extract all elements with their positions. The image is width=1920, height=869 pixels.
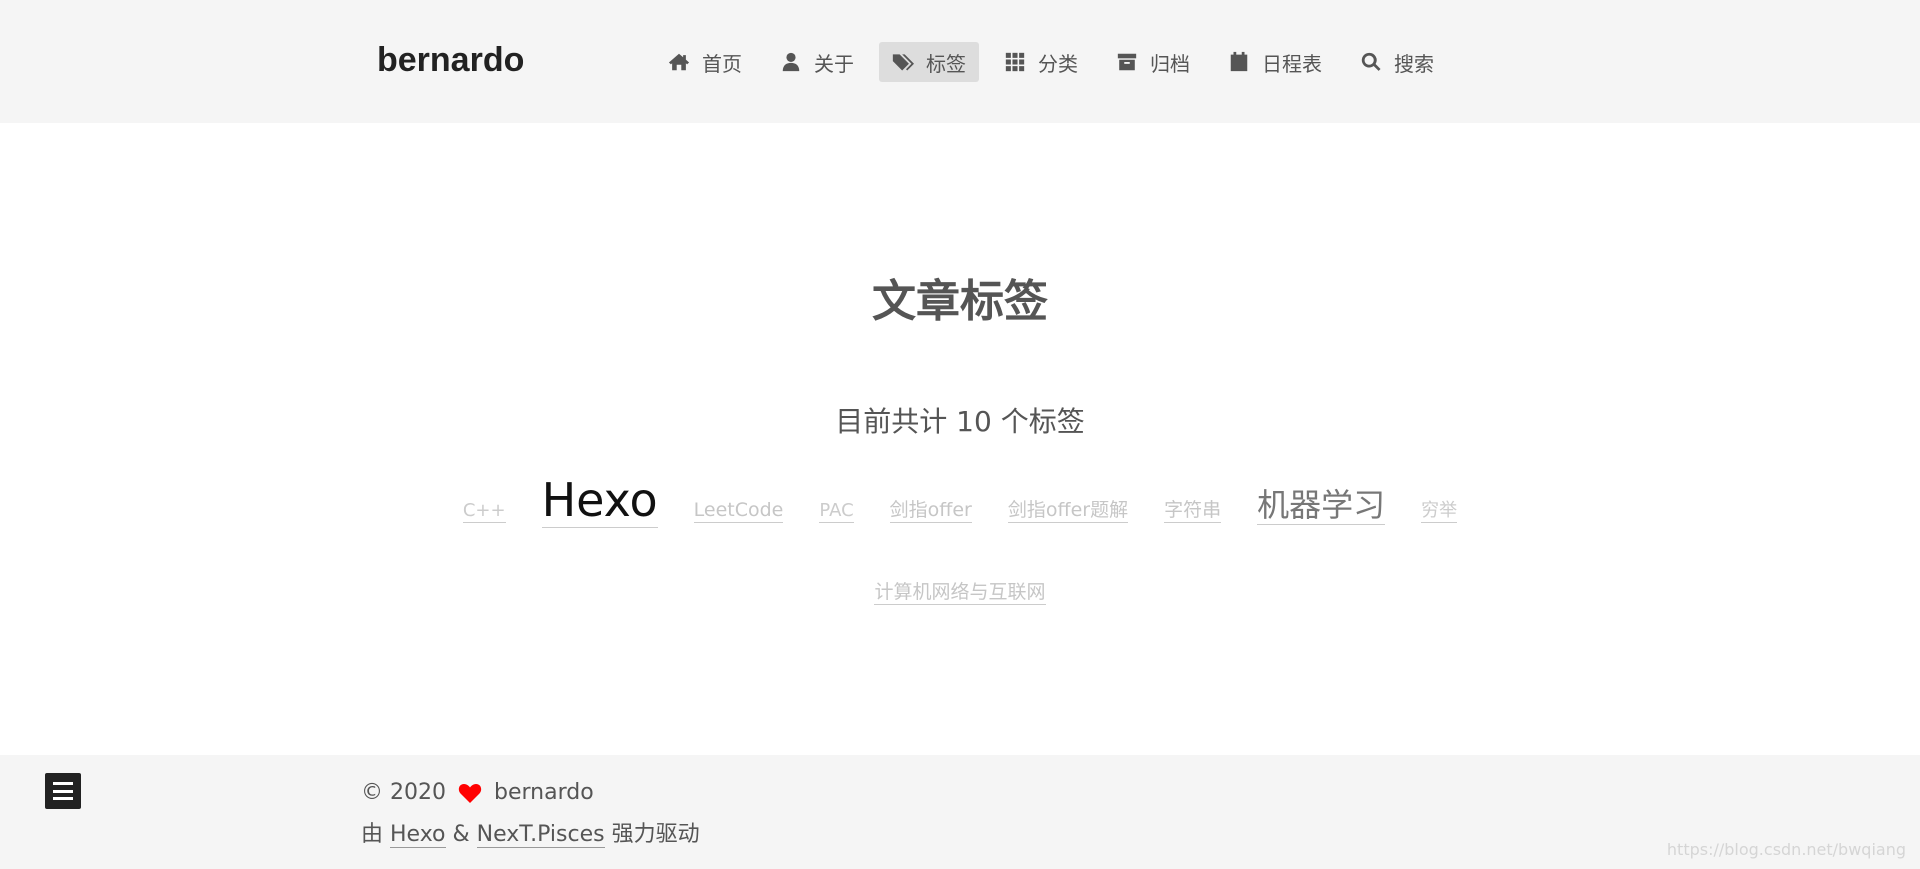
watermark: https://blog.csdn.net/bwqiang	[1666, 840, 1906, 859]
heart-icon	[458, 784, 482, 803]
tag-cloud: C++ Hexo LeetCode PAC 剑指offer 剑指offer题解 字符串 机器学…	[420, 470, 1500, 634]
site-header: bernardo 首页 关于 标签 分类 归档 日程表 搜索	[0, 0, 1920, 123]
menu-item-label: 标签	[926, 51, 966, 76]
menu-icon-bar	[53, 789, 73, 793]
tag-link-leetcode[interactable]: LeetCode	[693, 499, 784, 523]
menu-item-label: 首页	[702, 51, 742, 76]
copyright: © 2020 bernardo	[361, 778, 594, 808]
tag-link-strings[interactable]: 字符串	[1164, 499, 1222, 523]
powered-by: 由 Hexo & NexT.Pisces 强力驱动	[361, 820, 700, 850]
copyright-year: © 2020	[361, 780, 446, 805]
site-brand[interactable]: bernardo	[377, 38, 524, 82]
tag-link-computer-networks[interactable]: 计算机网络与互联网	[874, 581, 1046, 605]
grid-icon	[1005, 52, 1025, 72]
tag-link-jianzhi-offer[interactable]: 剑指offer	[889, 499, 972, 523]
menu-icon-bar	[53, 797, 73, 800]
sidebar-toggle-button[interactable]	[45, 773, 81, 809]
menu-item-tags[interactable]: 标签	[879, 42, 979, 82]
menu-item-label: 分类	[1038, 51, 1078, 76]
tag-link-brute-force[interactable]: 穷举	[1421, 500, 1458, 523]
tag-link-jianzhi-offer-solutions[interactable]: 剑指offer题解	[1007, 499, 1129, 523]
menu-item-categories[interactable]: 分类	[991, 42, 1091, 82]
user-icon	[782, 52, 800, 72]
powered-prefix: 由	[361, 822, 384, 847]
menu-item-label: 日程表	[1262, 51, 1322, 76]
menu-item-label: 关于	[814, 51, 854, 76]
tag-link-hexo[interactable]: Hexo	[541, 474, 658, 528]
menu-item-label: 归档	[1150, 51, 1190, 76]
menu-item-archives[interactable]: 归档	[1103, 42, 1203, 82]
main-menu: 首页 关于 标签 分类 归档 日程表 搜索	[655, 42, 1459, 82]
hexo-link[interactable]: Hexo	[390, 822, 446, 848]
calendar-icon	[1230, 51, 1248, 72]
menu-item-search[interactable]: 搜索	[1347, 42, 1447, 82]
menu-item-home[interactable]: 首页	[655, 42, 755, 82]
menu-item-about[interactable]: 关于	[767, 42, 867, 82]
powered-suffix: 强力驱动	[611, 822, 700, 847]
page-title: 文章标签	[872, 276, 1048, 328]
tag-link-machine-learning[interactable]: 机器学习	[1257, 487, 1386, 525]
tag-count: 目前共计 10 个标签	[835, 405, 1085, 438]
menu-item-schedule[interactable]: 日程表	[1215, 42, 1335, 82]
tag-link-pac[interactable]: PAC	[819, 500, 854, 523]
site-footer	[0, 755, 1920, 869]
search-icon	[1361, 52, 1381, 71]
theme-link[interactable]: NexT.Pisces	[476, 822, 605, 848]
tag-link-cpp[interactable]: C++	[462, 500, 506, 523]
powered-amp: &	[452, 822, 470, 847]
archive-icon	[1117, 53, 1137, 71]
menu-item-label: 搜索	[1394, 51, 1434, 76]
menu-icon-bar	[53, 782, 73, 785]
tags-icon	[892, 54, 914, 71]
copyright-author: bernardo	[493, 780, 594, 805]
home-icon	[668, 53, 690, 71]
